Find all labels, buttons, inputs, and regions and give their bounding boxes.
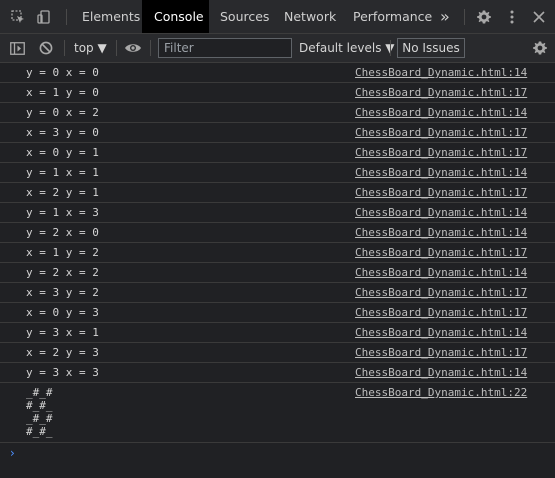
inspect-icon[interactable] xyxy=(10,9,26,25)
device-toolbar-icon[interactable] xyxy=(36,9,52,25)
sidebar-toggle-icon[interactable] xyxy=(9,40,25,56)
chessboard-output: _#_# #_#_ _#_# #_#_ xyxy=(26,386,53,438)
source-link[interactable]: ChessBoard_Dynamic.html:17 xyxy=(355,83,527,102)
source-link[interactable]: ChessBoard_Dynamic.html:14 xyxy=(355,163,527,182)
clear-console-icon[interactable] xyxy=(38,40,54,56)
source-link[interactable]: ChessBoard_Dynamic.html:14 xyxy=(355,203,527,222)
console-message-text: y = 3 x = 1 xyxy=(26,326,99,339)
source-link[interactable]: ChessBoard_Dynamic.html:17 xyxy=(355,343,527,362)
console-message-text: x = 2 y = 3 xyxy=(26,346,99,359)
source-link[interactable]: ChessBoard_Dynamic.html:22 xyxy=(355,383,527,402)
console-message: y = 2 x = 0 ChessBoard_Dynamic.html:14 xyxy=(0,223,555,243)
devtools-tab-bar: Elements Console Sources Network Perform… xyxy=(0,0,555,34)
console-message: y = 0 x = 2 ChessBoard_Dynamic.html:14 xyxy=(0,103,555,123)
console-message-text: y = 1 x = 3 xyxy=(26,206,99,219)
tab-performance[interactable]: Performance xyxy=(341,0,444,33)
tab-elements[interactable]: Elements xyxy=(70,0,152,33)
console-message-text: y = 3 x = 3 xyxy=(26,366,99,379)
close-icon[interactable] xyxy=(531,9,547,25)
tab-bar-divider xyxy=(66,9,67,25)
source-link[interactable]: ChessBoard_Dynamic.html:17 xyxy=(355,143,527,162)
console-message: y = 1 x = 3 ChessBoard_Dynamic.html:14 xyxy=(0,203,555,223)
console-message-text: y = 1 x = 1 xyxy=(26,166,99,179)
tab-sources[interactable]: Sources xyxy=(208,0,281,33)
context-selector[interactable]: top ▼ xyxy=(74,34,107,62)
console-toolbar: top ▼ Default levels ▼ No Issues xyxy=(0,34,555,63)
console-message: x = 1 y = 0 ChessBoard_Dynamic.html:17 xyxy=(0,83,555,103)
console-message: x = 1 y = 2 ChessBoard_Dynamic.html:17 xyxy=(0,243,555,263)
console-message-text: x = 3 y = 0 xyxy=(26,126,99,139)
console-message: y = 2 x = 2 ChessBoard_Dynamic.html:14 xyxy=(0,263,555,283)
console-log: y = 0 x = 0 ChessBoard_Dynamic.html:14 x… xyxy=(0,63,555,465)
console-message: x = 2 y = 3 ChessBoard_Dynamic.html:17 xyxy=(0,343,555,363)
source-link[interactable]: ChessBoard_Dynamic.html:14 xyxy=(355,103,527,122)
source-link[interactable]: ChessBoard_Dynamic.html:14 xyxy=(355,223,527,242)
console-message: x = 2 y = 1 ChessBoard_Dynamic.html:17 xyxy=(0,183,555,203)
console-message: y = 3 x = 3 ChessBoard_Dynamic.html:14 xyxy=(0,363,555,383)
log-levels-dropdown[interactable]: Default levels ▼ xyxy=(299,34,395,62)
tab-network[interactable]: Network xyxy=(272,0,348,33)
prompt-chevron-icon: › xyxy=(10,446,15,460)
console-settings-icon[interactable] xyxy=(532,40,548,56)
console-message: x = 0 y = 3 ChessBoard_Dynamic.html:17 xyxy=(0,303,555,323)
console-message-text: x = 1 y = 0 xyxy=(26,86,99,99)
console-message: _#_# #_#_ _#_# #_#_ ChessBoard_Dynamic.h… xyxy=(0,383,555,443)
live-expression-eye-icon[interactable] xyxy=(124,40,142,56)
console-message: x = 0 y = 1 ChessBoard_Dynamic.html:17 xyxy=(0,143,555,163)
more-tabs-icon[interactable]: » xyxy=(440,0,450,33)
filter-input[interactable] xyxy=(158,38,292,58)
source-link[interactable]: ChessBoard_Dynamic.html:17 xyxy=(355,183,527,202)
console-message: x = 3 y = 0 ChessBoard_Dynamic.html:17 xyxy=(0,123,555,143)
console-message-text: x = 1 y = 2 xyxy=(26,246,99,259)
console-message-text: x = 0 y = 3 xyxy=(26,306,99,319)
console-message-text: y = 0 x = 2 xyxy=(26,106,99,119)
console-message: y = 3 x = 1 ChessBoard_Dynamic.html:14 xyxy=(0,323,555,343)
issues-button[interactable]: No Issues xyxy=(397,38,465,58)
toolbar-divider xyxy=(390,40,391,56)
console-prompt: › xyxy=(0,443,555,465)
source-link[interactable]: ChessBoard_Dynamic.html:14 xyxy=(355,363,527,382)
toolbar-divider xyxy=(116,40,117,56)
source-link[interactable]: ChessBoard_Dynamic.html:14 xyxy=(355,323,527,342)
console-input[interactable] xyxy=(24,443,548,465)
source-link[interactable]: ChessBoard_Dynamic.html:17 xyxy=(355,243,527,262)
kebab-menu-icon[interactable] xyxy=(504,9,520,25)
tab-console[interactable]: Console xyxy=(142,0,209,33)
source-link[interactable]: ChessBoard_Dynamic.html:14 xyxy=(355,63,527,82)
console-message-text: y = 2 x = 0 xyxy=(26,226,99,239)
source-link[interactable]: ChessBoard_Dynamic.html:17 xyxy=(355,283,527,302)
settings-icon[interactable] xyxy=(476,9,492,25)
console-message: y = 1 x = 1 ChessBoard_Dynamic.html:14 xyxy=(0,163,555,183)
toolbar-divider xyxy=(150,40,151,56)
tab-bar-divider xyxy=(464,9,465,25)
console-message: y = 0 x = 0 ChessBoard_Dynamic.html:14 xyxy=(0,63,555,83)
console-message: x = 3 y = 2 ChessBoard_Dynamic.html:17 xyxy=(0,283,555,303)
console-message-text: x = 3 y = 2 xyxy=(26,286,99,299)
source-link[interactable]: ChessBoard_Dynamic.html:17 xyxy=(355,303,527,322)
source-link[interactable]: ChessBoard_Dynamic.html:17 xyxy=(355,123,527,142)
console-message-text: x = 0 y = 1 xyxy=(26,146,99,159)
console-message-text: y = 0 x = 0 xyxy=(26,66,99,79)
source-link[interactable]: ChessBoard_Dynamic.html:14 xyxy=(355,263,527,282)
console-message-text: y = 2 x = 2 xyxy=(26,266,99,279)
toolbar-divider xyxy=(64,40,65,56)
console-message-text: x = 2 y = 1 xyxy=(26,186,99,199)
